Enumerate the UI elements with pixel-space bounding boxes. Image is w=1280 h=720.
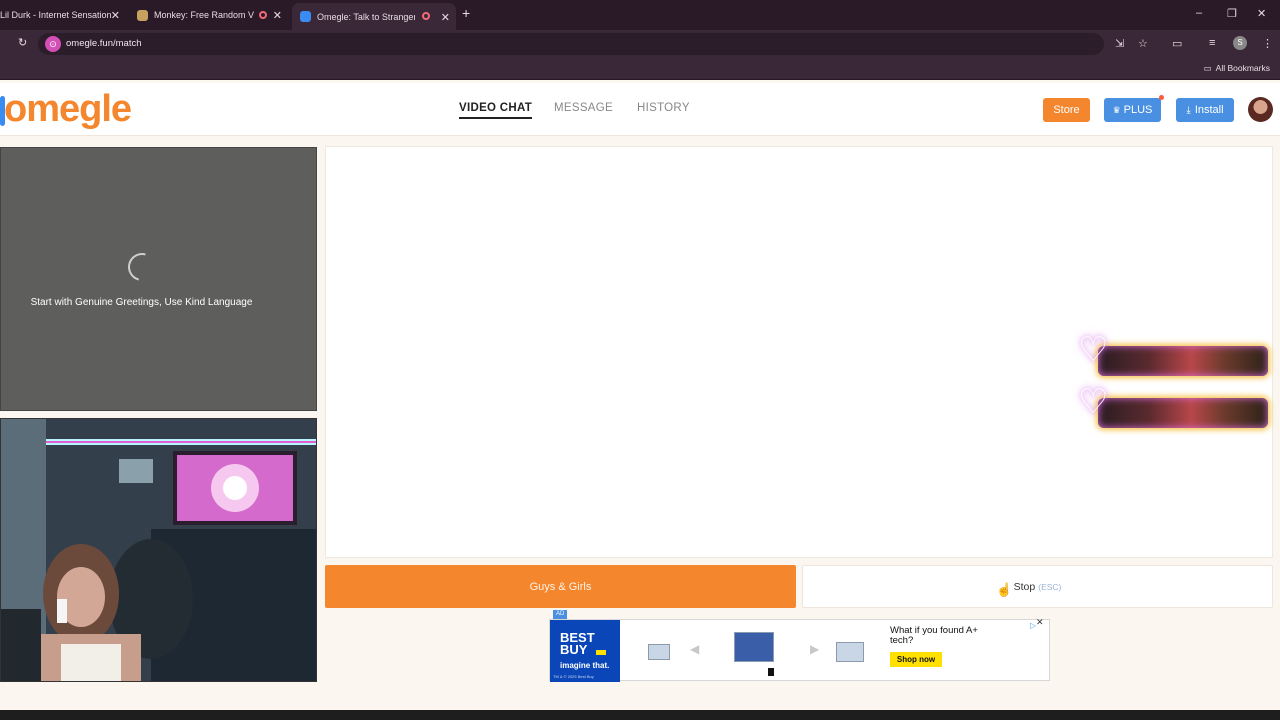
tab-lil-durk[interactable]: Lil Durk - Internet Sensation ✕ xyxy=(0,4,126,26)
monkey-favicon-icon xyxy=(137,9,148,21)
tag-mark-icon xyxy=(596,650,606,655)
install-button[interactable]: ⤓ Install xyxy=(1176,98,1234,122)
user-avatar[interactable] xyxy=(1248,97,1273,122)
profile-avatar[interactable]: S xyxy=(1233,36,1247,50)
omegle-favicon-icon xyxy=(300,11,311,22)
bookmarks-bar: ▭ All Bookmarks xyxy=(0,58,1280,80)
plus-button[interactable]: ♛ PLUS xyxy=(1104,98,1161,122)
recording-icon xyxy=(259,11,267,19)
nav-message[interactable]: MESSAGE xyxy=(554,102,613,114)
restore-icon[interactable]: ❐ xyxy=(1227,7,1237,20)
laptop-image xyxy=(836,642,864,662)
best-buy-logo: BEST BUY imagine that. TM & © 2025 Best … xyxy=(550,620,620,682)
tab-title: Omegle: Talk to Strangers o xyxy=(317,11,415,22)
tab-monkey[interactable]: Monkey: Free Random Vide ✕ xyxy=(130,4,288,26)
reading-list-icon[interactable]: ≡ xyxy=(1209,37,1215,49)
install-app-icon[interactable]: ⇲ xyxy=(1115,37,1124,50)
tab-title: Monkey: Free Random Vide xyxy=(154,10,254,20)
download-icon: ⤓ xyxy=(1186,104,1191,116)
webcam-feed xyxy=(0,418,317,682)
hand-cursor-icon: ☝ xyxy=(996,582,1013,597)
bookmark-star-icon[interactable]: ☆ xyxy=(1138,37,1148,50)
ad-fineprint: TM & © 2025 Best Buy xyxy=(553,674,594,679)
browser-toolbar: ↻ ⊙ omegle.fun/match ⇲ ☆ ▭ ≡ S ⋮ xyxy=(0,30,1280,58)
store-label: Store xyxy=(1053,104,1080,116)
stop-label: Stop xyxy=(1013,580,1036,593)
window-close-icon[interactable]: ✕ xyxy=(1257,7,1266,20)
minimize-icon[interactable]: – xyxy=(1196,7,1202,19)
tab-title: Lil Durk - Internet Sensation xyxy=(0,10,112,20)
folder-icon: ▭ xyxy=(1203,63,1212,73)
ad-close-icon[interactable]: ✕ xyxy=(1036,617,1044,628)
store-button[interactable]: Store xyxy=(1043,98,1090,122)
nav-history[interactable]: HISTORY xyxy=(637,102,690,114)
os-taskbar xyxy=(0,710,1280,720)
install-label: Install xyxy=(1194,104,1224,116)
heart-icon: ♡ xyxy=(1078,383,1109,421)
reload-icon[interactable]: ↻ xyxy=(18,36,27,49)
greeting-hint: Start with Genuine Greetings, Use Kind L… xyxy=(30,297,253,308)
gift-effect-blur xyxy=(1098,398,1268,428)
crown-icon: ♛ xyxy=(1112,104,1121,115)
site-header: omegle VIDEO CHAT MESSAGE HISTORY Store … xyxy=(0,83,1280,136)
gift-effect-blur xyxy=(1098,346,1268,376)
ad-tag: AD xyxy=(553,610,568,619)
carousel-next-icon[interactable]: ▶ xyxy=(810,642,819,656)
stop-shortcut-hint: (ESC) xyxy=(1038,581,1062,592)
recording-icon xyxy=(422,12,430,20)
tab-omegle[interactable]: Omegle: Talk to Strangers o ✕ xyxy=(292,3,456,30)
ad-headline: What if you found A+ tech? xyxy=(890,625,978,646)
laptop-image xyxy=(648,644,670,660)
gift-effect-bar: ♡ xyxy=(1078,331,1268,378)
match-preference-button[interactable]: Guys & Girls xyxy=(325,565,796,608)
shop-now-button[interactable]: Shop now xyxy=(890,652,942,667)
local-preview-panel xyxy=(0,147,317,411)
address-bar[interactable]: ⊙ omegle.fun/match xyxy=(38,33,1104,55)
plus-label: PLUS xyxy=(1123,104,1153,116)
browser-tab-strip: Lil Durk - Internet Sensation ✕ Monkey: … xyxy=(0,0,1280,30)
site-info-icon[interactable]: ⊙ xyxy=(45,36,61,52)
monitor-image xyxy=(734,632,774,662)
gift-effect-bar: ♡ xyxy=(1078,383,1268,430)
new-tab-button[interactable]: + xyxy=(462,5,470,21)
notification-dot xyxy=(1159,95,1164,100)
ad-brand: BEST BUY xyxy=(560,630,595,657)
ad-tagline: imagine that. xyxy=(560,661,610,670)
carousel-prev-icon[interactable]: ◀ xyxy=(690,642,699,656)
all-bookmarks-button[interactable]: ▭ All Bookmarks xyxy=(1204,63,1270,74)
webcam-scene xyxy=(1,419,316,681)
nav-video-chat[interactable]: VIDEO CHAT xyxy=(459,102,533,119)
close-icon[interactable]: ✕ xyxy=(273,9,282,22)
side-panel-icon[interactable]: ▭ xyxy=(1172,37,1182,50)
all-bookmarks-label: All Bookmarks xyxy=(1215,63,1270,73)
omegle-logo[interactable]: omegle xyxy=(4,88,132,131)
banner-ad[interactable]: BEST BUY imagine that. TM & © 2025 Best … xyxy=(549,617,1050,682)
speaker-image xyxy=(768,668,774,676)
close-icon[interactable]: ✕ xyxy=(441,11,450,24)
match-preference-label: Guys & Girls xyxy=(529,580,592,593)
stop-button[interactable]: Stop (ESC) xyxy=(802,565,1273,608)
close-icon[interactable]: ✕ xyxy=(111,9,120,22)
shop-now-label: Shop now xyxy=(896,655,936,664)
heart-icon: ♡ xyxy=(1078,331,1109,369)
url-text[interactable]: omegle.fun/match xyxy=(66,38,142,49)
menu-kebab-icon[interactable]: ⋮ xyxy=(1262,37,1273,50)
